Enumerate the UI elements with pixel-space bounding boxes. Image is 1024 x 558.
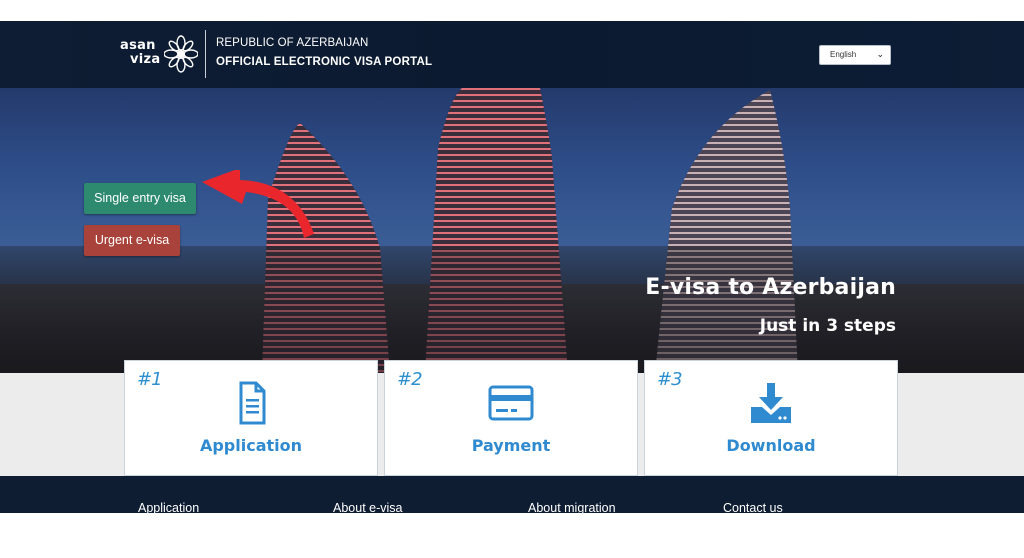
- hero-banner: Single entry visa Urgent e-visa E-visa t…: [0, 88, 1024, 373]
- bottom-margin: [0, 513, 1024, 558]
- logo-line-1: asan: [120, 38, 156, 53]
- logo-line-2: viza: [130, 52, 161, 67]
- hero-overlay-band: [0, 246, 1024, 373]
- document-icon: [239, 381, 266, 425]
- red-arrow-annotation-icon: [202, 170, 314, 238]
- step-card-application[interactable]: #1 Application: [124, 360, 378, 476]
- step-number: #1: [137, 369, 163, 390]
- header-subtitle: REPUBLIC OF AZERBAIJAN: [216, 37, 369, 49]
- chevron-down-icon: ⌄: [876, 49, 884, 59]
- header-title: OFFICIAL ELECTRONIC VISA PORTAL: [216, 56, 433, 68]
- download-icon: [751, 383, 791, 423]
- hero-subtitle: Just in 3 steps: [759, 316, 896, 336]
- step-number: #2: [397, 369, 423, 390]
- step-label: Download: [726, 436, 816, 455]
- step-card-download[interactable]: #3 Download: [644, 360, 898, 476]
- language-selected: English: [830, 50, 857, 59]
- credit-card-icon: [488, 385, 534, 421]
- page: asan viza REPUBLIC OF AZERBAIJAN OFFICIA…: [0, 0, 1024, 558]
- step-label: Payment: [471, 436, 551, 455]
- urgent-evisa-button[interactable]: Urgent e-visa: [84, 225, 180, 256]
- site-footer: Application About e-visa About migration…: [0, 476, 1024, 515]
- step-number: #3: [657, 369, 683, 390]
- asan-viza-logo[interactable]: asan viza: [116, 29, 198, 79]
- site-header: asan viza REPUBLIC OF AZERBAIJAN OFFICIA…: [0, 21, 1024, 88]
- logo-text: asan viza: [120, 39, 160, 67]
- header-divider: [205, 30, 206, 78]
- single-entry-visa-button[interactable]: Single entry visa: [84, 183, 196, 214]
- step-label: Application: [199, 436, 303, 455]
- step-card-payment[interactable]: #2 Payment: [384, 360, 638, 476]
- hero-title: E-visa to Azerbaijan: [645, 275, 896, 300]
- language-select[interactable]: English ⌄: [819, 45, 891, 65]
- flower-logo-icon: [164, 35, 198, 73]
- header-titles: REPUBLIC OF AZERBAIJAN OFFICIAL ELECTRON…: [216, 37, 432, 68]
